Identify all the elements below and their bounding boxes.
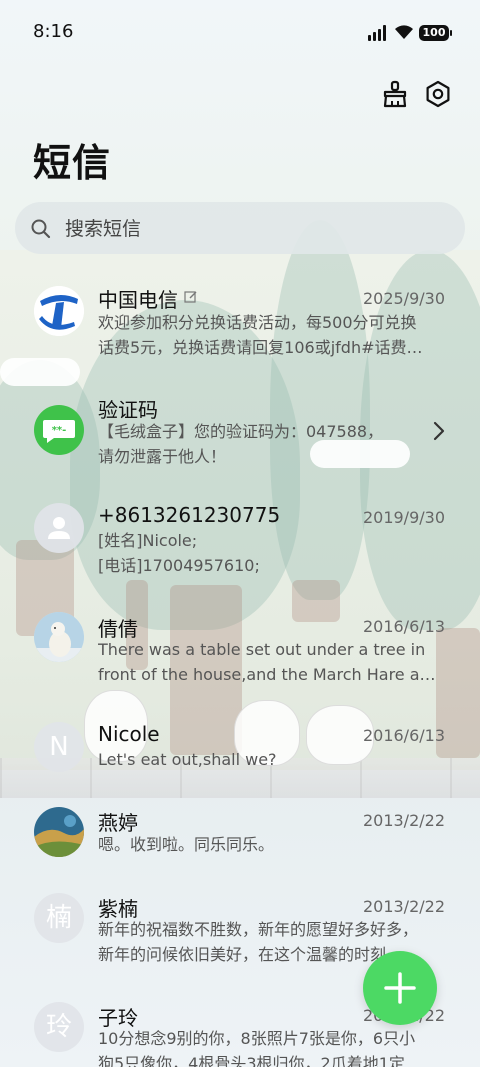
- letter-avatar: 玲: [34, 1002, 84, 1052]
- message-date: 2025/9/30: [362, 289, 445, 308]
- message-preview: [姓名]Nicole; [电话]17004957610;: [98, 528, 443, 578]
- message-preview: Let's eat out,shall we?: [98, 747, 443, 772]
- message-date: 2016/6/13: [362, 617, 445, 636]
- message-bubble-icon: **-: [43, 420, 75, 443]
- letter-avatar: 楠: [34, 893, 84, 943]
- letter-avatar: N: [34, 722, 84, 772]
- chevron-right-icon[interactable]: [432, 420, 446, 442]
- message-date: 2016/6/13: [362, 726, 445, 745]
- landscape-photo-avatar: [34, 807, 84, 857]
- preview-line-1: 【毛绒盒子】您的验证码为：047588，: [98, 422, 384, 441]
- preview-line-1: 新年的祝福数不胜数，新年的愿望好多好多，: [98, 920, 419, 939]
- preview-line-2: 请勿泄露于他人！: [98, 447, 227, 466]
- battery-icon: 100: [419, 25, 452, 41]
- contact-name: +8613261230775: [98, 503, 281, 527]
- china-telecom-logo-icon: [34, 286, 84, 336]
- status-time: 8:16: [33, 21, 74, 42]
- conversation-item-nicole[interactable]: N Nicole 2016/6/13 Let's eat out,shall w…: [0, 721, 480, 781]
- plus-icon: [384, 972, 416, 1004]
- message-date: 2013/2/22: [362, 897, 445, 916]
- message-preview: There was a table set out under a tree i…: [98, 637, 443, 687]
- message-preview: 【毛绒盒子】您的验证码为：047588， 请勿泄露于他人！: [98, 419, 428, 469]
- new-message-button[interactable]: [363, 951, 437, 1025]
- landscape-photo: [34, 807, 84, 857]
- conversation-item-yanting[interactable]: 燕婷 2013/2/22 嗯。收到啦。同乐同乐。: [0, 806, 480, 866]
- preview-line-1: 嗯。收到啦。同乐同乐。: [98, 835, 275, 854]
- message-date: 2019/9/30: [362, 508, 445, 527]
- message-date: 2013/2/22: [362, 811, 445, 830]
- conversation-item-qianqian[interactable]: 倩倩 2016/6/13 There was a table set out u…: [0, 612, 480, 696]
- search-bar[interactable]: [15, 202, 465, 254]
- message-preview: 10分想念9别的你，8张照片7张是你，6只小 狗5只像你，4根骨头3根归你，2爪…: [98, 1026, 443, 1067]
- signal-icon: [368, 25, 390, 41]
- search-icon: [31, 219, 51, 239]
- svg-text:**-: **-: [52, 425, 67, 436]
- contact-name: 中国电信: [98, 288, 178, 312]
- conversation-item-china-telecom[interactable]: 中国电信 2025/9/30 欢迎参加积分兑换话费活动，每500分可兑换 话费5…: [0, 283, 480, 367]
- search-input[interactable]: [63, 211, 447, 247]
- wifi-icon: [395, 25, 413, 39]
- polar-bear-photo: [34, 612, 84, 662]
- preview-line-1: 欢迎参加积分兑换话费活动，每500分可兑换: [98, 313, 417, 332]
- broom-icon[interactable]: [380, 79, 410, 109]
- message-preview: 欢迎参加积分兑换话费活动，每500分可兑换 话费5元，兑换话费请回复106或jf…: [98, 310, 443, 360]
- polar-bear-photo-avatar: [34, 612, 84, 662]
- edit-icon: [184, 291, 197, 303]
- preview-line-2: front of the house,and the March Hare an…: [98, 665, 443, 684]
- message-bubble-avatar: **-: [34, 405, 84, 455]
- page-title: 短信: [33, 141, 112, 185]
- contact-name: Nicole: [98, 722, 160, 746]
- default-person-avatar: [34, 503, 84, 553]
- preview-line-1: [姓名]Nicole;: [98, 531, 198, 550]
- preview-line-2: 话费5元，兑换话费请回复106或jfdh#话费…: [98, 338, 423, 357]
- preview-line-1: Let's eat out,shall we?: [98, 750, 277, 769]
- preview-line-2: [电话]17004957610;: [98, 556, 260, 575]
- battery-level: 100: [422, 26, 446, 39]
- china-telecom-logo-avatar: [34, 286, 84, 336]
- message-preview: 嗯。收到啦。同乐同乐。: [98, 832, 443, 857]
- person-icon: [48, 517, 70, 539]
- conversation-item-verification[interactable]: **- 验证码 【毛绒盒子】您的验证码为：047588， 请勿泄露于他人！: [0, 392, 480, 476]
- conversation-item-phone-number[interactable]: +8613261230775 2019/9/30 [姓名]Nicole; [电话…: [0, 503, 480, 587]
- preview-line-2: 狗5只像你，4根骨头3根归你，2爪着地1定: [98, 1054, 405, 1067]
- preview-line-1: 10分想念9别的你，8张照片7张是你，6只小: [98, 1029, 416, 1048]
- status-bar: 8:16 100: [0, 0, 480, 66]
- settings-icon[interactable]: [423, 79, 453, 109]
- preview-line-1: There was a table set out under a tree i…: [98, 640, 426, 659]
